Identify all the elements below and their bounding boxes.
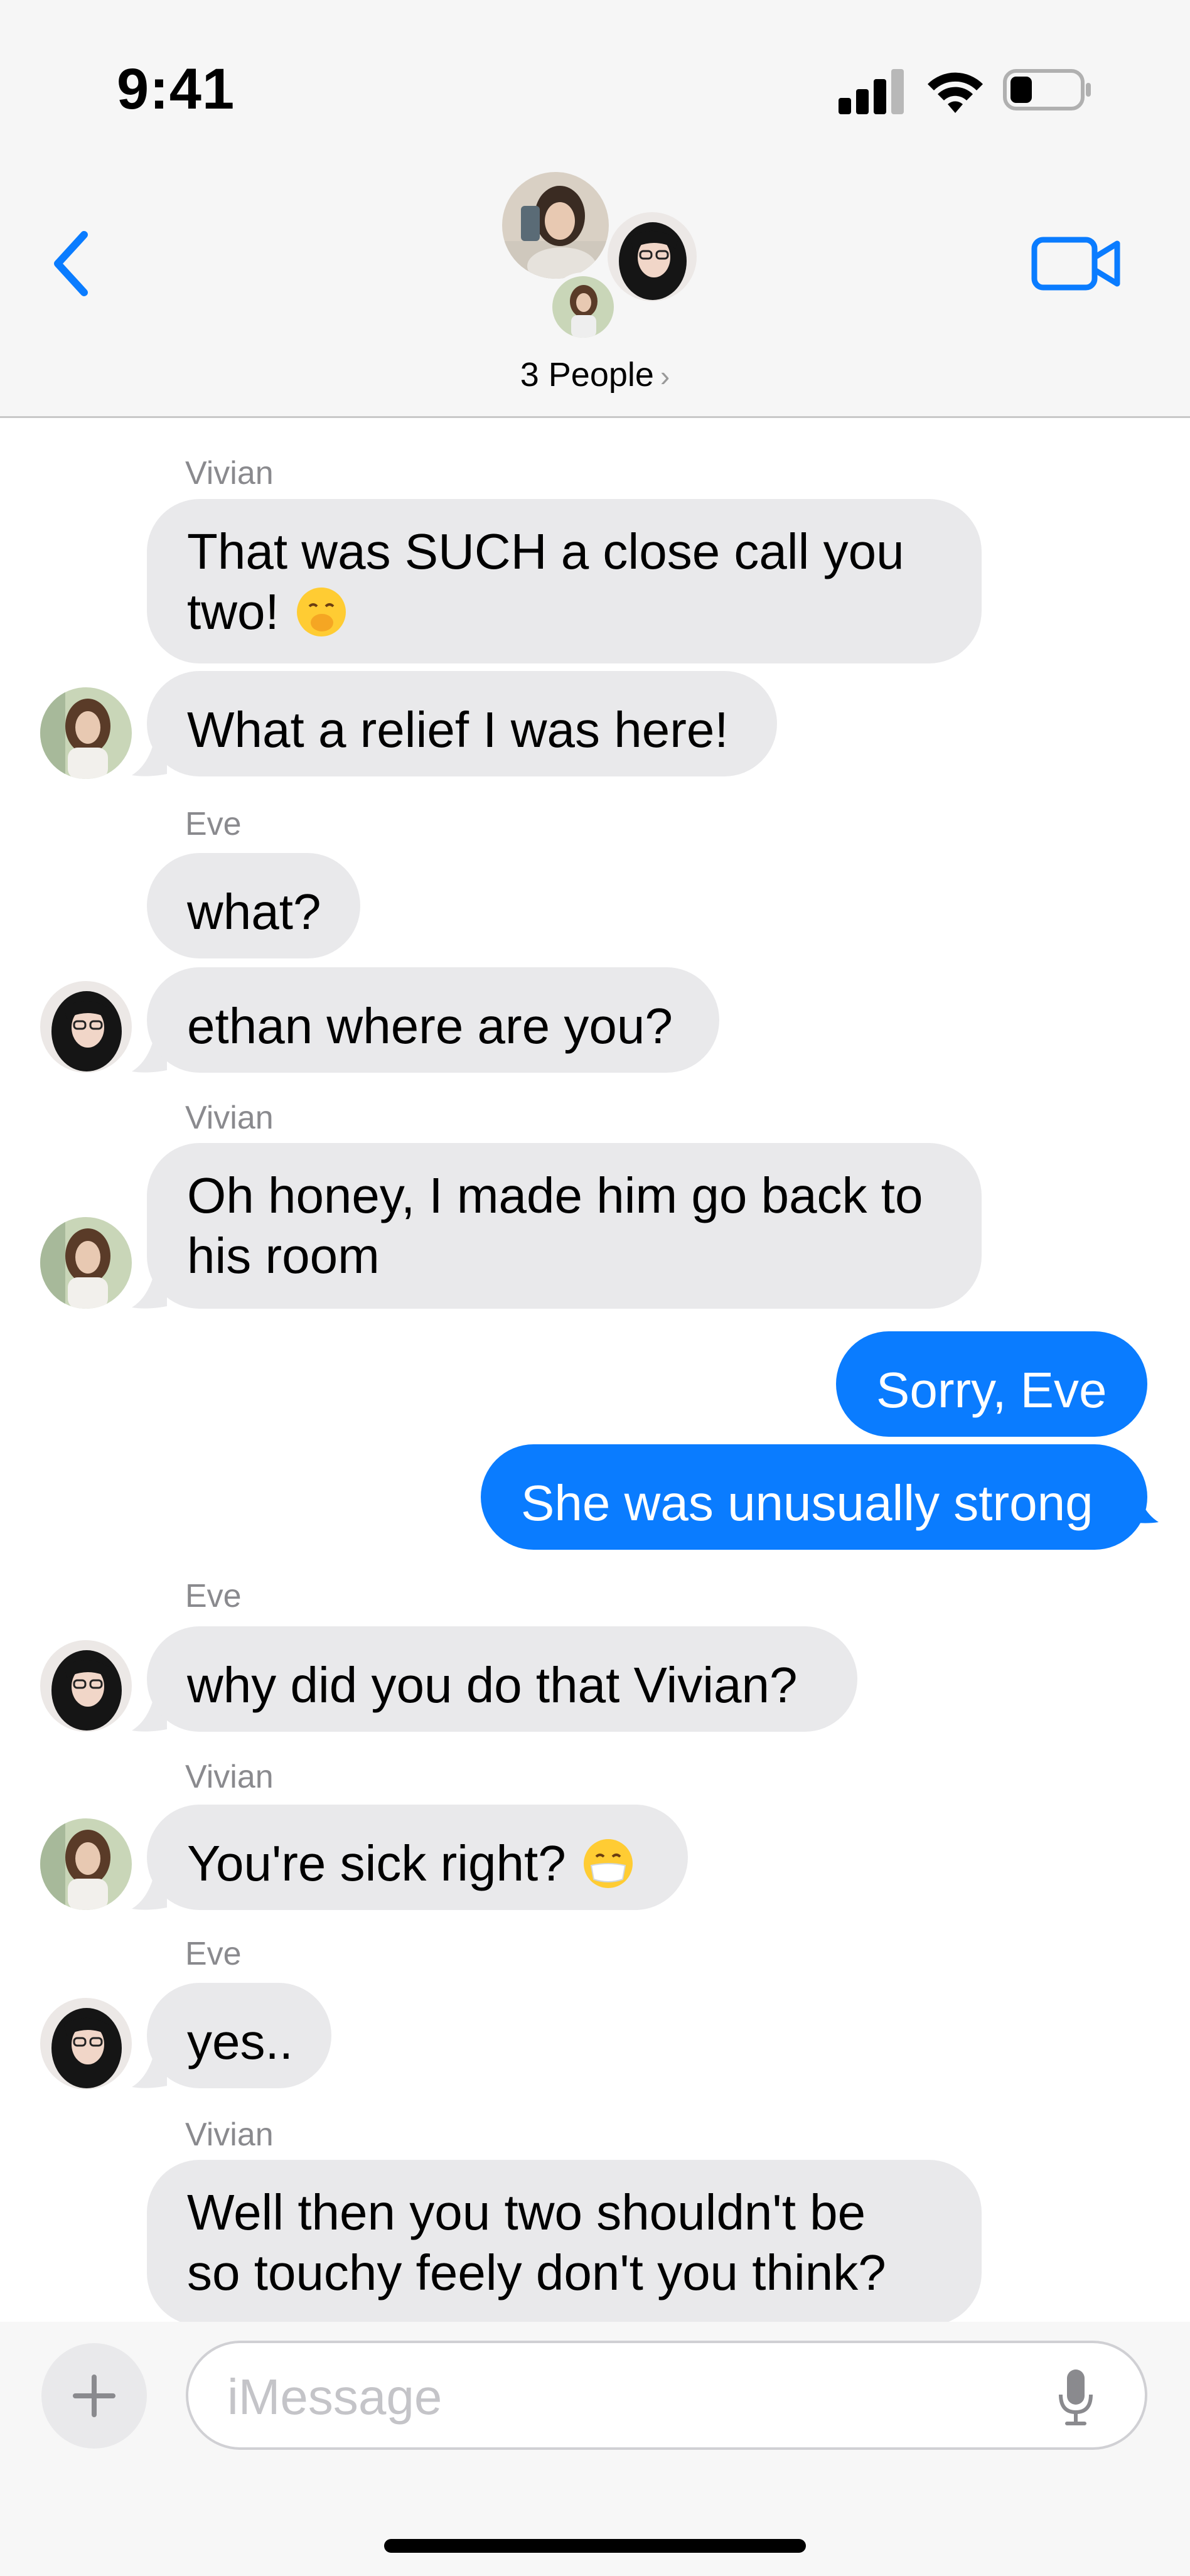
message-bubble-incoming[interactable]: what? [147,853,360,958]
face-with-medical-mask-emoji [583,1839,633,1888]
message-text: You're sick right? [187,1835,566,1891]
sender-name: Eve [185,806,242,842]
message-composer: iMessage [0,2322,1190,2576]
message-text-line: so touchy feely don't you think? [187,2245,886,2300]
message-text-line: Well then you two shouldn't be [187,2184,866,2240]
message-bubble-incoming[interactable]: Oh honey, I made him go back to his room [147,1143,982,1309]
message-text-line: Oh honey, I made him go back to [187,1167,923,1223]
plus-icon [73,2375,115,2417]
sender-name: Vivian [185,1759,274,1795]
face-with-hand-over-mouth-emoji [296,588,346,636]
sender-name: Vivian [185,455,274,491]
message-bubble-incoming[interactable]: yes.. [147,1983,331,2088]
conversation-header: 9:41 3 People › [0,0,1190,418]
group-details-link[interactable]: 3 People › [0,355,1190,394]
add-attachment-button[interactable] [41,2343,147,2449]
message-text: two! [187,584,279,640]
message-bubble-incoming[interactable]: why did you do that Vivian? [147,1626,857,1732]
group-avatars[interactable] [496,168,703,344]
message-bubble-incoming[interactable]: That was SUCH a close call you two! [147,499,982,663]
message-input[interactable]: iMessage [186,2341,1147,2450]
cellular-signal-icon [839,64,908,114]
message-thread: Vivian That was SUCH a close call you tw… [0,420,1190,2322]
message-bubble-incoming[interactable]: Well then you two shouldn't be so touchy… [147,2160,982,2322]
people-count-label: 3 People [520,356,654,394]
avatar-eve[interactable] [40,981,132,1073]
battery-icon [1003,69,1091,110]
message-text-line: his room [187,1228,380,1284]
sender-name: Eve [185,1936,242,1972]
sender-name: Eve [185,1578,242,1614]
avatar-eve-large [608,212,697,301]
message-bubble-outgoing[interactable]: She was unusually strong [481,1444,1147,1550]
microphone-icon[interactable] [1057,2367,1095,2427]
message-bubble-incoming[interactable]: You're sick right? [147,1805,688,1910]
avatar-eve[interactable] [40,1640,132,1732]
chevron-right-icon: › [660,360,670,392]
avatar-vivian[interactable] [40,687,132,779]
video-call-button[interactable] [1029,232,1123,295]
sender-name: Vivian [185,1100,274,1136]
home-indicator[interactable] [384,2539,806,2553]
avatar-vivian[interactable] [40,1217,132,1309]
wifi-icon [928,72,983,113]
status-time: 9:41 [117,57,235,121]
avatar-vivian-small [552,276,614,338]
message-text-line: two! [187,582,941,642]
message-input-placeholder: iMessage [227,2369,442,2425]
message-bubble-incoming[interactable]: What a relief I was here! [147,671,777,776]
message-bubble-incoming[interactable]: ethan where are you? [147,967,719,1073]
avatar-vivian-large [502,172,609,279]
avatar-vivian[interactable] [40,1818,132,1910]
avatar-eve[interactable] [40,1998,132,2090]
back-button[interactable] [44,226,100,301]
messages-screen: 9:41 3 People › Vivian That was SUCH a c… [0,0,1190,2576]
message-bubble-outgoing[interactable]: Sorry, Eve [836,1331,1147,1437]
message-text-line: That was SUCH a close call you [187,523,904,579]
sender-name: Vivian [185,2117,274,2153]
